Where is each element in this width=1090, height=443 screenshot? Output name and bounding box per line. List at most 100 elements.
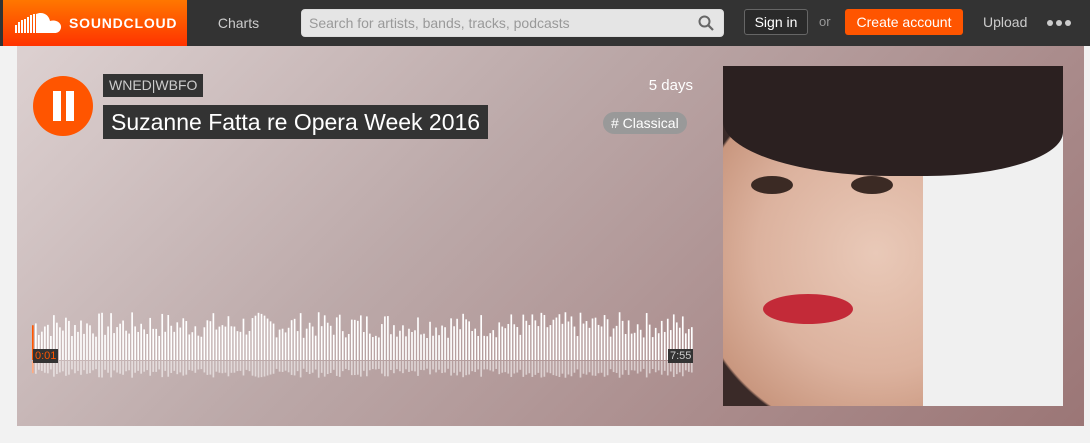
waveform-reflection (206, 361, 209, 375)
waveform-reflection (423, 361, 425, 371)
waveform-reflection (275, 361, 278, 369)
waveform-reflection (384, 361, 386, 377)
waveform-bar (131, 312, 133, 360)
soundcloud-logo[interactable]: SOUNDCLOUD (3, 0, 187, 46)
waveform-bar (257, 312, 260, 360)
waveform-reflection (314, 361, 317, 370)
current-time: 0:01 (33, 349, 59, 363)
waveform-bar (344, 337, 347, 360)
waveform-bar (417, 317, 419, 360)
cloud-icon (15, 12, 62, 33)
waveform-reflection (441, 361, 443, 374)
waveform-reflection (465, 361, 467, 376)
waveform-bar (489, 333, 492, 360)
waveform-bar (378, 337, 380, 360)
waveform-reflection (414, 361, 416, 372)
waveform-bar (254, 315, 257, 360)
waveform-bar (86, 323, 88, 360)
waveform-bar (549, 325, 552, 360)
waveform-bar (299, 313, 302, 360)
waveform-bar (350, 319, 353, 360)
search-box (301, 9, 724, 37)
logo-text: SOUNDCLOUD (69, 15, 178, 31)
waveform-reflection (323, 361, 326, 377)
waveform-bar (450, 318, 452, 360)
waveform-bar (555, 317, 558, 360)
waveform-reflection (402, 361, 404, 374)
waveform-bar (645, 313, 648, 360)
search-input[interactable] (302, 10, 692, 36)
waveform-bar (372, 337, 374, 360)
waveform-bar (263, 315, 266, 360)
waveform-bar (152, 328, 155, 360)
waveform-bar (176, 322, 179, 360)
track-artist[interactable]: WNED|WBFO (103, 74, 204, 97)
waveform-reflection (149, 361, 152, 376)
waveform-reflection (113, 361, 115, 371)
waveform-bar (582, 323, 585, 360)
waveform-bar (525, 320, 528, 360)
waveform-bar (110, 313, 112, 360)
waveform-bar (483, 335, 486, 360)
genre-tag[interactable]: # Classical (603, 112, 687, 134)
waveform-reflection (89, 361, 91, 374)
waveform-bar (320, 326, 323, 360)
waveform-reflection (651, 361, 654, 370)
waveform-bar (573, 326, 576, 360)
waveform-bar (660, 320, 663, 360)
waveform-bar (561, 323, 564, 360)
waveform-reflection (266, 361, 269, 376)
waveform-reflection (447, 361, 449, 369)
waveform-reflection (299, 361, 302, 378)
waveform-bar (624, 333, 627, 360)
track-age: 5 days (648, 77, 693, 94)
waveform-reflection (218, 361, 221, 373)
waveform-reflection (453, 361, 455, 373)
sign-in-button[interactable]: Sign in (744, 9, 808, 35)
create-account-button[interactable]: Create account (845, 9, 963, 35)
nav-charts-link[interactable]: Charts (187, 0, 290, 46)
waveform-bar (266, 318, 269, 360)
waveform-bar (387, 316, 389, 360)
waveform-reflection (657, 361, 660, 371)
waveform-bar (504, 328, 507, 360)
waveform-bar (426, 337, 428, 360)
waveform-reflection (134, 361, 136, 373)
ellipsis-icon[interactable] (1047, 17, 1073, 29)
waveform-reflection (203, 361, 206, 373)
waveform-reflection (585, 361, 588, 375)
waveform-bar (215, 329, 218, 360)
waveform-reflection (477, 361, 480, 370)
waveform-reflection (140, 361, 142, 374)
waveform-bar (453, 326, 455, 360)
waveform-bar (585, 321, 588, 360)
waveform-bar (570, 316, 573, 360)
waveform-bar (125, 330, 127, 360)
waveform-reflection (603, 361, 606, 377)
search-icon[interactable] (698, 15, 714, 31)
waveform-bar (390, 334, 392, 360)
waveform-bar (329, 325, 332, 360)
waveform[interactable] (32, 308, 694, 383)
waveform-bar (363, 332, 365, 360)
waveform-bar (609, 336, 612, 360)
waveform-bar (588, 327, 591, 360)
waveform-bar (80, 320, 82, 360)
waveform-bar (290, 320, 293, 360)
waveform-reflection (188, 361, 191, 370)
waveform-bar (540, 312, 543, 360)
waveform-bar (459, 329, 461, 360)
upload-link[interactable]: Upload (983, 14, 1027, 30)
waveform-reflection (438, 361, 440, 370)
pause-button[interactable] (33, 76, 93, 136)
waveform-reflection (359, 361, 362, 377)
waveform-reflection (215, 361, 218, 372)
waveform-reflection (77, 361, 79, 371)
waveform-bar (161, 313, 164, 360)
waveform-reflection (131, 361, 133, 378)
waveform-reflection (293, 361, 296, 376)
waveform-bar (528, 325, 531, 360)
waveform-bar (305, 328, 308, 360)
waveform-reflection (510, 361, 513, 377)
waveform-reflection (356, 361, 359, 375)
